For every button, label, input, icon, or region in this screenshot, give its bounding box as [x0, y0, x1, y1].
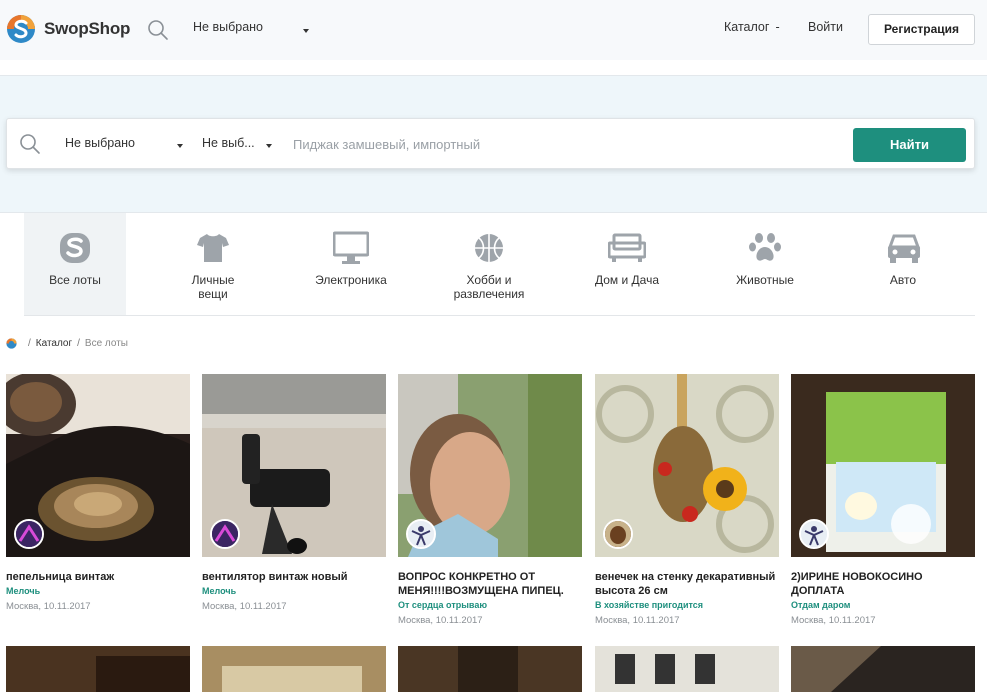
category-label: Личные вещи — [191, 273, 235, 301]
category-label: Авто — [889, 273, 917, 287]
product-card[interactable]: пепельница винтаж Мелочь Москва, 10.11.2… — [6, 374, 190, 612]
category-label: Все лоты — [49, 273, 101, 287]
product-card[interactable]: венечек на стенку декаративный высота 26… — [595, 374, 779, 626]
category-animals[interactable]: Животные — [704, 213, 826, 315]
product-photo[interactable] — [791, 374, 975, 557]
breadcrumb: / Каталог / Все лоты — [6, 338, 128, 349]
product-photo[interactable] — [398, 646, 582, 692]
brand-logo[interactable]: SwopShop — [6, 14, 130, 44]
seller-avatar[interactable] — [406, 519, 436, 549]
category-auto[interactable]: Авто — [842, 213, 964, 315]
caret-down-icon — [177, 144, 183, 148]
breadcrumb-separator: / — [28, 338, 31, 349]
category-label: Электроника — [315, 273, 387, 287]
category-home-garden[interactable]: Дом и Дача — [566, 213, 688, 315]
product-category[interactable]: От сердца отрываю — [398, 600, 582, 610]
product-location-date: Москва, 10.11.2017 — [202, 601, 287, 612]
paw-icon — [749, 233, 781, 261]
product-title[interactable]: 2)ИРИНЕ НОВОКОСИНО ДОПЛАТА — [791, 570, 975, 598]
product-photo[interactable] — [202, 646, 386, 692]
category-bar: Все лоты Личные вещи Электроника Хобби и… — [24, 213, 975, 316]
seller-avatar[interactable] — [799, 519, 829, 549]
product-photo[interactable] — [6, 374, 190, 557]
region-select[interactable]: Не выбрано — [193, 20, 311, 40]
main-search-bar: Не выбрано Не выб... Найти — [6, 118, 975, 169]
category-label: Хобби и развлечения — [453, 273, 525, 301]
top-navigation: SwopShop Не выбрано Каталог - Войти Регис… — [0, 0, 987, 60]
product-location-date: Москва, 10.11.2017 — [6, 601, 91, 612]
seller-avatar[interactable] — [14, 519, 44, 549]
search-input[interactable] — [293, 131, 843, 157]
brand-name: SwopShop — [44, 19, 131, 38]
category-hobby[interactable]: Хобби и развлечения — [428, 213, 550, 315]
caret-down-icon — [266, 144, 272, 148]
category-personal-items[interactable]: Личные вещи — [152, 213, 274, 315]
product-location-date: Москва, 10.11.2017 — [398, 615, 483, 626]
search-icon — [20, 134, 40, 154]
seller-avatar[interactable] — [603, 519, 633, 549]
product-photo[interactable] — [595, 374, 779, 557]
category-all-lots[interactable]: Все лоты — [24, 213, 126, 315]
product-title[interactable]: вентилятор винтаж новый — [202, 570, 386, 584]
product-card[interactable]: ВОПРОС КОНКРЕТНО ОТ МЕНЯ!!!!ВОЗМУЩЕНА ПИ… — [398, 374, 582, 626]
product-photo[interactable] — [398, 374, 582, 557]
product-category[interactable]: Отдам даром — [791, 600, 975, 610]
breadcrumb-catalog-link[interactable]: Каталог — [36, 338, 72, 349]
product-card[interactable]: вентилятор винтаж новый Мелочь Москва, 1… — [202, 374, 386, 612]
monitor-icon — [333, 231, 369, 264]
product-title[interactable]: венечек на стенку декаративный высота 26… — [595, 570, 779, 598]
tshirt-icon — [197, 234, 229, 262]
caret-down-icon — [303, 29, 309, 33]
product-title[interactable]: ВОПРОС КОНКРЕТНО ОТ МЕНЯ!!!!ВОЗМУЩЕНА ПИ… — [398, 570, 582, 598]
product-photo[interactable] — [595, 646, 779, 692]
product-title[interactable]: пепельница винтаж — [6, 570, 190, 584]
product-category[interactable]: Мелочь — [202, 586, 386, 596]
seller-avatar[interactable] — [210, 519, 240, 549]
product-photo[interactable] — [791, 646, 975, 692]
breadcrumb-separator: / — [77, 338, 80, 349]
swopshop-s-icon — [60, 233, 90, 263]
category-label: Дом и Дача — [594, 273, 660, 287]
category-select-value: Не выб... — [202, 136, 255, 150]
product-location-date: Москва, 10.11.2017 — [791, 615, 876, 626]
product-card[interactable]: 2)ИРИНЕ НОВОКОСИНО ДОПЛАТА Отдам даром М… — [791, 374, 975, 626]
product-category[interactable]: Мелочь — [6, 586, 190, 596]
catalog-label: Каталог — [724, 20, 770, 34]
basketball-icon — [475, 234, 503, 262]
find-button[interactable]: Найти — [853, 128, 966, 162]
region-select-value: Не выбрано — [193, 20, 263, 34]
category-select[interactable]: Не выб... — [202, 136, 272, 154]
catalog-menu[interactable]: Каталог - — [724, 20, 780, 34]
product-location-date: Москва, 10.11.2017 — [595, 615, 680, 626]
home-logo-icon[interactable] — [6, 338, 17, 349]
product-photo[interactable] — [6, 646, 190, 692]
car-icon — [887, 234, 921, 263]
catalog-dropdown-marker: - — [775, 20, 780, 34]
search-icon[interactable] — [147, 19, 169, 41]
location-select-value: Не выбрано — [65, 136, 135, 150]
swopshop-logo-icon — [7, 15, 35, 43]
category-label: Животные — [736, 273, 794, 287]
product-category[interactable]: В хозяйстве пригодится — [595, 600, 779, 610]
register-button[interactable]: Регистрация — [868, 14, 975, 45]
category-electronics[interactable]: Электроника — [290, 213, 412, 315]
location-select[interactable]: Не выбрано — [65, 136, 183, 154]
breadcrumb-current: Все лоты — [84, 338, 128, 349]
sofa-icon — [608, 233, 646, 262]
login-link[interactable]: Войти — [808, 20, 843, 34]
product-photo[interactable] — [202, 374, 386, 557]
